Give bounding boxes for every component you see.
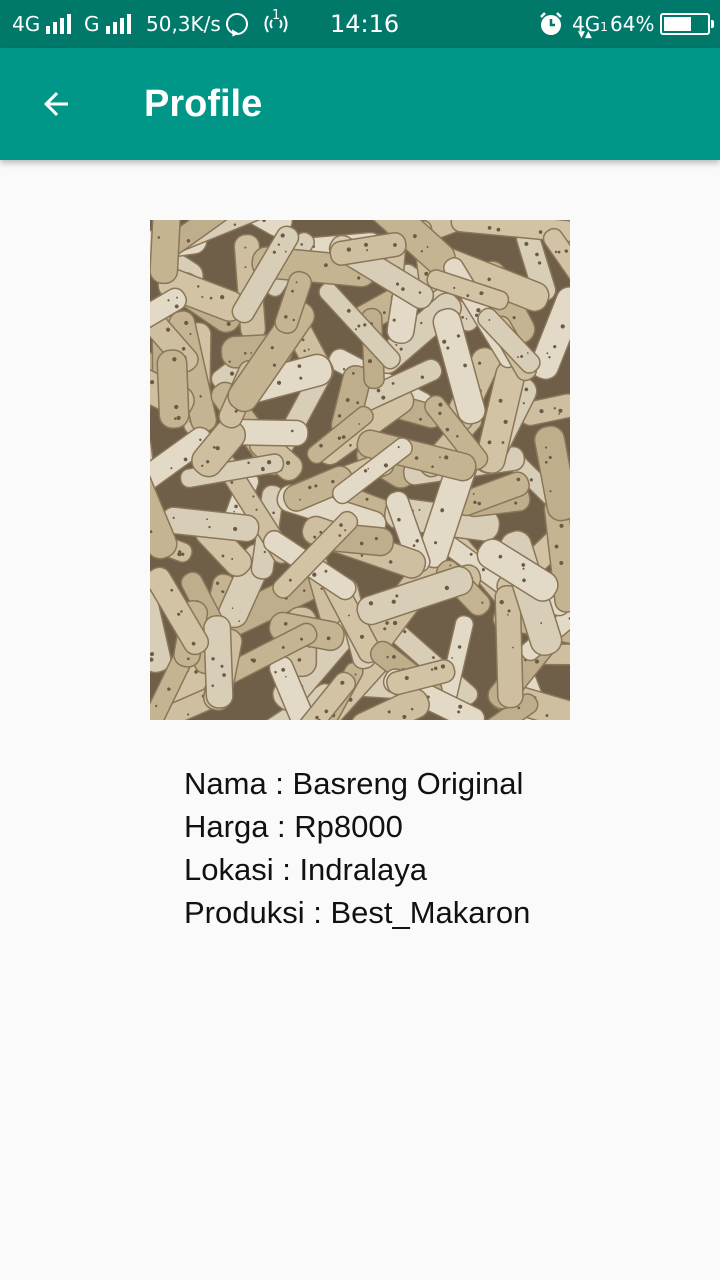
product-producer: Produksi : Best_Makaron [184, 895, 531, 930]
product-name: Nama : Basreng Original [184, 766, 524, 801]
arrow-back-icon [44, 92, 68, 116]
data-arrows-icon: ▼▲ [578, 30, 592, 40]
product-price: Harga : Rp8000 [184, 809, 403, 844]
network-right-sub: 1 [600, 20, 608, 34]
hotspot-badge: 1 [272, 8, 281, 23]
battery-icon [660, 0, 714, 48]
signal-sim1: 4G [12, 0, 72, 48]
status-bar: 4G G 50,3K/s 1 14:16 4G 1 ▼▲ 64% [0, 0, 720, 48]
clock: 14:16 [330, 10, 400, 38]
page-title: Profile [144, 83, 263, 125]
product-info: Nama : Basreng Original Harga : Rp8000 L… [184, 762, 530, 934]
product-image [150, 220, 570, 720]
whatsapp-icon [226, 0, 248, 48]
back-button[interactable] [24, 72, 88, 136]
app-bar: Profile [0, 48, 720, 160]
signal-bars-icon [46, 14, 72, 34]
battery-percent: 64% [610, 12, 655, 36]
data-network-indicator: 4G 1 ▼▲ [572, 0, 608, 48]
hotspot-icon: 1 [262, 0, 290, 48]
network-type-1: 4G [12, 12, 41, 36]
product-location: Lokasi : Indralaya [184, 852, 427, 887]
network-type-2: G [84, 12, 100, 36]
signal-bars-icon [105, 14, 131, 34]
signal-sim2: G [84, 0, 131, 48]
alarm-icon [538, 0, 564, 48]
network-speed: 50,3K/s [146, 12, 221, 36]
